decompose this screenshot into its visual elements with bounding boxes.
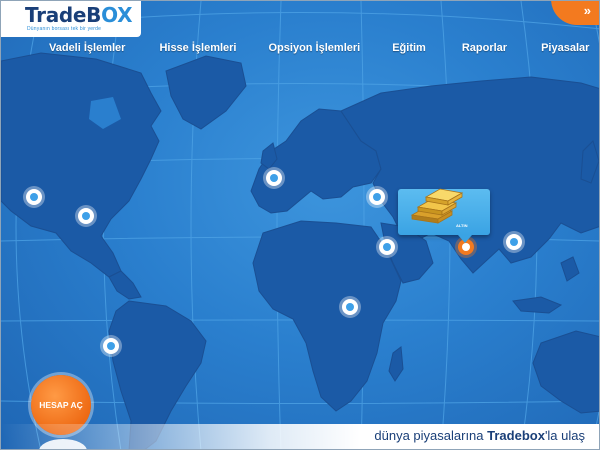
nav-item-egitim[interactable]: Eğitim bbox=[392, 42, 426, 58]
australia-shape bbox=[532, 330, 599, 414]
world-map-panel: TradeBOX Dünyanın borsası tek bir yerde … bbox=[0, 0, 600, 450]
nav-item-hisse-islemleri[interactable]: Hisse İşlemleri bbox=[159, 42, 236, 58]
market-marker-north-america-east[interactable] bbox=[78, 208, 94, 224]
logo-tagline: Dünyanın borsası tek bir yerde bbox=[27, 26, 102, 32]
gold-market-popup[interactable]: ALTIN bbox=[398, 188, 490, 243]
footer-strip: dünya piyasalarına Tradebox'la ulaş bbox=[1, 424, 599, 449]
nav-item-vadeli-islemler[interactable]: Vadeli İşlemler bbox=[49, 42, 125, 58]
nav-item-raporlar[interactable]: Raporlar bbox=[462, 42, 507, 58]
logo-wordmark: TradeBOX bbox=[25, 3, 133, 27]
popup-label: ALTIN bbox=[456, 223, 468, 228]
tradebox-logo[interactable]: TradeBOX Dünyanın borsası tek bir yerde bbox=[1, 1, 141, 37]
main-nav: Vadeli İşlemler Hisse İşlemleri Opsiyon … bbox=[49, 42, 589, 58]
market-marker-east-asia[interactable] bbox=[506, 234, 522, 250]
north-america-shape bbox=[1, 52, 162, 278]
world-map bbox=[1, 1, 599, 449]
nav-item-opsiyon-islemleri[interactable]: Opsiyon İşlemleri bbox=[269, 42, 361, 58]
gold-bars-icon bbox=[410, 188, 464, 224]
footer-slogan: dünya piyasalarına Tradebox'la ulaş bbox=[374, 428, 585, 443]
market-marker-middle-east[interactable] bbox=[379, 239, 395, 255]
indonesia-shape bbox=[512, 296, 563, 314]
central-america-shape bbox=[108, 270, 142, 300]
philippines-shape bbox=[560, 256, 580, 282]
market-marker-africa[interactable] bbox=[342, 299, 358, 315]
market-marker-north-america-west[interactable] bbox=[26, 189, 42, 205]
madagascar-shape bbox=[388, 346, 404, 382]
market-marker-europe-west[interactable] bbox=[266, 170, 282, 186]
double-chevron-right-icon: » bbox=[583, 2, 591, 18]
market-marker-south-america[interactable] bbox=[103, 338, 119, 354]
nav-item-piyasalar[interactable]: Piyasalar bbox=[541, 42, 589, 58]
market-marker-europe-east[interactable] bbox=[369, 189, 385, 205]
greenland-shape bbox=[165, 55, 247, 130]
continents bbox=[1, 52, 599, 449]
